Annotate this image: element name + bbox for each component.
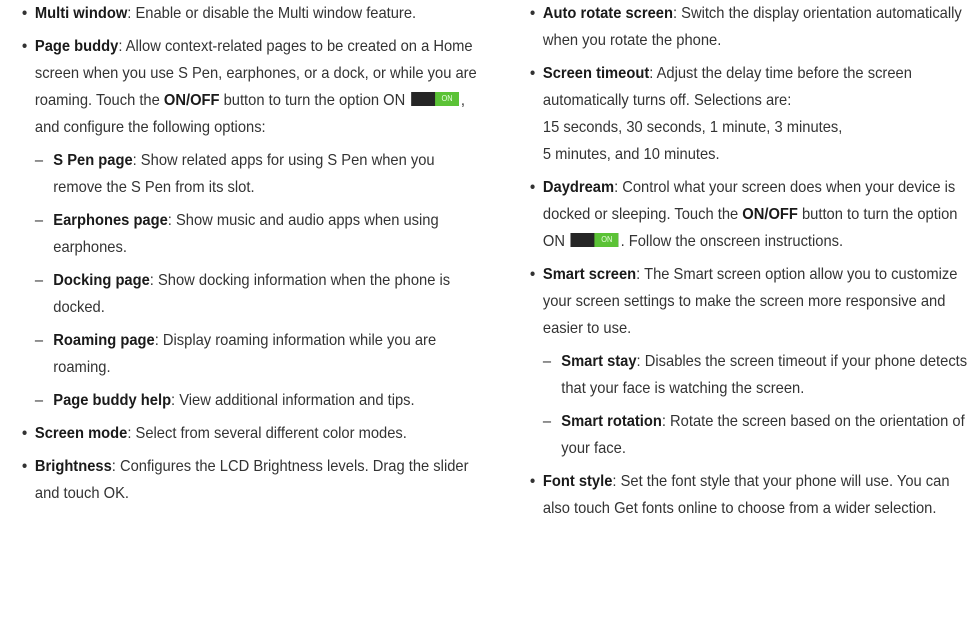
dash: – bbox=[542, 353, 552, 370]
term: Font style bbox=[542, 473, 613, 490]
description: : Enable or disable the Multi window fea… bbox=[127, 5, 417, 22]
term: Brightness bbox=[34, 458, 112, 475]
list-item-brightness: • Brightness: Configures the LCD Brightn… bbox=[22, 453, 479, 507]
term: Multi window bbox=[34, 5, 128, 22]
sub-item-roaming-page: – Roaming page: Display roaming informat… bbox=[22, 327, 479, 381]
description: . Follow the onscreen instructions. bbox=[620, 233, 844, 250]
list-item-daydream: • Daydream: Control what your screen doe… bbox=[530, 174, 967, 255]
list-item-screen-timeout: • Screen timeout: Adjust the delay time … bbox=[530, 60, 967, 168]
dash: – bbox=[34, 332, 44, 349]
bullet: • bbox=[530, 65, 536, 82]
term: Smart screen bbox=[542, 266, 637, 283]
term: Screen timeout bbox=[542, 65, 650, 82]
on-toggle-icon: ON bbox=[411, 92, 460, 107]
toggle-on-label: ON bbox=[435, 92, 460, 107]
term: Smart stay bbox=[561, 353, 637, 370]
on-toggle-icon: ON bbox=[570, 233, 619, 248]
description: button to turn the option ON bbox=[219, 92, 410, 109]
list-item-multi-window: • Multi window: Enable or disable the Mu… bbox=[22, 0, 479, 27]
toggle-on-label: ON bbox=[594, 233, 619, 248]
onoff-label: ON/OFF bbox=[163, 92, 220, 109]
list-item-font-style: • Font style: Set the font style that yo… bbox=[530, 468, 967, 522]
list-item-smart-screen: • Smart screen: The Smart screen option … bbox=[530, 261, 967, 342]
term: Roaming page bbox=[53, 332, 155, 349]
sub-item-page-buddy-help: – Page buddy help: View additional infor… bbox=[22, 387, 479, 414]
dash: – bbox=[34, 392, 44, 409]
sub-item-smart-rotation: – Smart rotation: Rotate the screen base… bbox=[530, 408, 967, 462]
bullet: • bbox=[22, 5, 28, 22]
term: Earphones page bbox=[53, 212, 168, 229]
term: S Pen page bbox=[53, 152, 133, 169]
timeout-options-line: 15 seconds, 30 seconds, 1 minute, 3 minu… bbox=[542, 119, 843, 136]
description: : View additional information and tips. bbox=[171, 392, 415, 409]
dash: – bbox=[542, 413, 552, 430]
bullet: • bbox=[22, 425, 28, 442]
description: : Select from several different color mo… bbox=[127, 425, 407, 442]
bullet: • bbox=[530, 5, 536, 22]
bullet: • bbox=[530, 473, 536, 490]
bullet: • bbox=[530, 179, 536, 196]
sub-item-s-pen-page: – S Pen page: Show related apps for usin… bbox=[22, 147, 479, 201]
sub-item-docking-page: – Docking page: Show docking information… bbox=[22, 267, 479, 321]
term: Auto rotate screen bbox=[542, 5, 673, 22]
term: Smart rotation bbox=[561, 413, 662, 430]
dash: – bbox=[34, 152, 44, 169]
bullet: • bbox=[530, 266, 536, 283]
onoff-label: ON/OFF bbox=[742, 206, 798, 223]
dash: – bbox=[34, 272, 44, 289]
list-item-screen-mode: • Screen mode: Select from several diffe… bbox=[22, 420, 479, 447]
list-item-page-buddy: • Page buddy: Allow context-related page… bbox=[22, 33, 479, 141]
bullet: • bbox=[22, 458, 28, 475]
sub-item-smart-stay: – Smart stay: Disables the screen timeou… bbox=[530, 348, 967, 402]
bullet: • bbox=[22, 38, 28, 55]
right-column: • Auto rotate screen: Switch the display… bbox=[530, 0, 970, 528]
term: Screen mode bbox=[34, 425, 128, 442]
term: Page buddy bbox=[34, 38, 119, 55]
term: Page buddy help bbox=[53, 392, 172, 409]
left-column: • Multi window: Enable or disable the Mu… bbox=[22, 0, 482, 513]
list-item-auto-rotate-screen: • Auto rotate screen: Switch the display… bbox=[530, 0, 967, 54]
term: Daydream bbox=[542, 179, 615, 196]
timeout-options-line: 5 minutes, and 10 minutes. bbox=[542, 146, 720, 163]
term: Docking page bbox=[53, 272, 150, 289]
sub-item-earphones-page: – Earphones page: Show music and audio a… bbox=[22, 207, 479, 261]
dash: – bbox=[34, 212, 44, 229]
